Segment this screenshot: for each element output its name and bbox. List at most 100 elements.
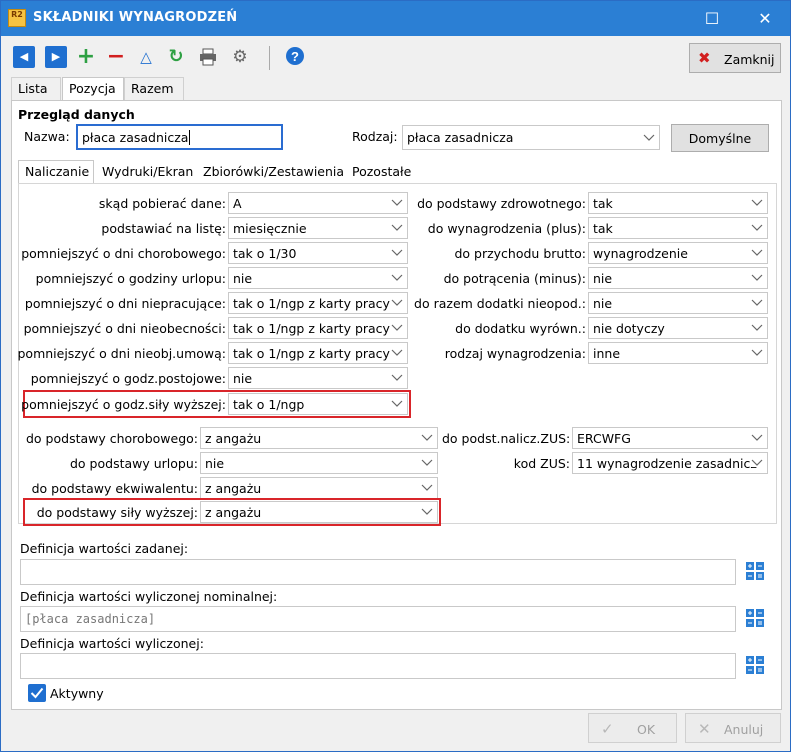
field-label: podstawiać na listę: [101,221,226,236]
tab-lista[interactable]: Lista [11,77,61,100]
podstawy-zdrowotnego-select[interactable]: tak [588,192,768,214]
rodzaj-select[interactable]: płaca zasadnicza [402,125,660,150]
field-label: pomniejszyć o dni nieobj.umową: [17,346,226,361]
chevron-down-icon [751,274,763,282]
printer-icon [200,48,216,66]
field-label: kod ZUS: [513,456,570,471]
field-value: tak o 1/ngp z karty pracy [233,296,390,311]
kod-zus-select[interactable]: 11 wynagrodzenie zasadnicz [572,452,768,474]
field-label: pomniejszyć o dni niepracujące: [24,296,226,311]
godz-sily-wyzszej-select[interactable]: tak o 1/ngp [228,393,408,415]
default-button-label: Domyślne [688,131,752,146]
maximize-button[interactable]: ☐ [689,1,735,36]
dodatku-wyrown-select[interactable]: nie dotyczy [588,317,768,339]
podstawy-chorobowego-select[interactable]: z angażu [200,427,438,449]
potracenia-minus-select[interactable]: nie [588,267,768,289]
field-value: tak [593,196,613,211]
definition-zadana-input[interactable] [20,559,736,585]
cancel-button[interactable]: ✕ Anuluj [685,713,781,743]
razem-dodatki-select[interactable]: nie [588,292,768,314]
podstawy-urlopu-select[interactable]: nie [200,452,438,474]
field-label: do podstawy zdrowotnego: [417,196,586,211]
definition-wyliczona-input[interactable] [20,653,736,679]
subtab-pozostale[interactable]: Pozostałe [345,160,421,183]
podstawy-sily-wyzszej-select[interactable]: z angażu [200,501,438,523]
chevron-down-icon [391,224,403,232]
podstawy-ekwiwalentu-select[interactable]: z angażu [200,477,438,499]
section-title: Przegląd danych [18,107,135,122]
delete-button[interactable]: − [105,46,127,68]
subtab-wydruki-label: Wydruki/Ekran [102,164,194,179]
nazwa-input[interactable]: płaca zasadnicza [76,124,283,150]
close-form-button[interactable]: ✖ Zamknij [689,43,781,73]
plus-icon: + [76,44,96,69]
subtab-zbiorowki[interactable]: Zbiorówki/Zestawienia [196,160,344,183]
app-icon: R2 [8,9,26,27]
field-value: [płaca zasadnicza] [25,612,156,626]
close-icon: ✕ [758,9,772,28]
rodzaj-wynagrodzenia-select[interactable]: inne [588,342,768,364]
calculator-icon [746,562,764,580]
gear-icon: ⚙ [232,47,248,67]
godziny-urlopu-select[interactable]: nie [228,267,408,289]
help-button[interactable]: ? [284,46,306,68]
przychodu-brutto-select[interactable]: wynagrodzenie [588,242,768,264]
field-value: nie [233,271,253,286]
chevron-down-icon [751,434,763,442]
add-button[interactable]: + [75,46,97,68]
refresh-button[interactable]: ↻ [165,46,187,68]
tab-pozycja[interactable]: Pozycja [62,77,124,101]
subtab-naliczanie[interactable]: Naliczanie [18,160,94,183]
field-value: wynagrodzenie [593,246,688,261]
active-checkbox[interactable] [28,684,46,702]
subtab-naliczanie-label: Naliczanie [25,164,90,179]
print-button[interactable] [197,46,219,68]
definition-nominal-editor-button[interactable] [745,608,767,630]
edit-button[interactable]: △ [135,46,157,68]
podst-nalicz-zus-select[interactable]: ERCWFG [572,427,768,449]
wynagrodzenia-plus-select[interactable]: tak [588,217,768,239]
rodzaj-value: płaca zasadnicza [407,130,514,145]
window: R2 SKŁADNIKI WYNAGRODZEŃ ☐ ✕ ◀ ▶ + − △ ↻… [0,0,791,752]
field-value: tak o 1/ngp z karty pracy [233,346,390,361]
field-value: tak o 1/ngp z karty pracy [233,321,390,336]
podstawiac-select[interactable]: miesięcznie [228,217,408,239]
field-value: ERCWFG [577,431,631,446]
window-title: SKŁADNIKI WYNAGRODZEŃ [33,10,238,25]
arrow-right-icon: ▶ [51,50,61,63]
dni-niepracujace-select[interactable]: tak o 1/ngp z karty pracy [228,292,408,314]
cancel-icon: ✕ [698,720,711,738]
godz-postojowe-select[interactable]: nie [228,367,408,389]
dni-nieobecnosci-select[interactable]: tak o 1/ngp z karty pracy [228,317,408,339]
calculator-icon [746,656,764,674]
field-label: skąd pobierać dane: [98,196,226,211]
field-label: do podstawy siły wyższej: [36,505,198,520]
skad-pobierac-select[interactable]: A [228,192,408,214]
field-value: z angażu [205,481,262,496]
window-close-button[interactable]: ✕ [742,1,788,36]
toolbar-separator [269,46,270,70]
field-label: pomniejszyć o dni chorobowego: [21,246,226,261]
dni-chorobowego-select[interactable]: tak o 1/30 [228,242,408,264]
tab-razem[interactable]: Razem [124,77,184,100]
field-label: pomniejszyć o dni nieobecności: [23,321,226,336]
dni-nieobj-umowa-select[interactable]: tak o 1/ngp z karty pracy [228,342,408,364]
definition-zadana-editor-button[interactable] [745,561,767,583]
chevron-down-icon [391,199,403,207]
subtab-zbiorowki-label: Zbiorówki/Zestawienia [203,164,345,179]
close-icon: ✖ [698,49,711,67]
next-record-button[interactable]: ▶ [45,46,67,68]
field-value: tak o 1/30 [233,246,297,261]
definition-nominal-input[interactable]: [płaca zasadnicza] [20,606,736,632]
field-label: pomniejszyć o godziny urlopu: [35,271,226,286]
field-label: rodzaj wynagrodzenia: [444,346,586,361]
prev-record-button[interactable]: ◀ [13,46,35,68]
ok-button[interactable]: ✓ OK [588,713,677,743]
definition-wyliczona-editor-button[interactable] [745,655,767,677]
subtab-wydruki[interactable]: Wydruki/Ekran [95,160,195,183]
field-label: do dodatku wyrówn.: [455,321,586,336]
settings-button[interactable]: ⚙ [229,46,251,68]
field-value: miesięcznie [233,221,307,236]
default-button[interactable]: Domyślne [671,124,769,152]
field-label: do wynagrodzenia (plus): [427,221,586,236]
